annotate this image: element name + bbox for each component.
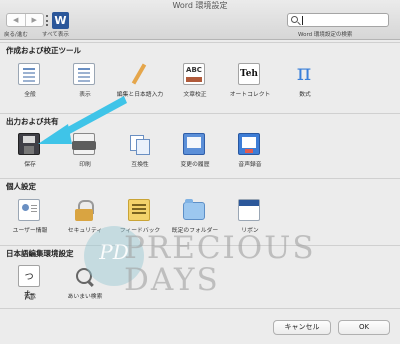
pref-label: 音声録音 [238,162,262,168]
watermark-logo: PD PRECIOUS DAYS [76,222,316,298]
window-title: Word 環境設定 [172,1,228,10]
typography-icon: った [18,265,40,302]
back-icon[interactable]: ◀ [7,14,25,26]
section-title: 出力および共有 [6,117,59,126]
show-all-label: すべて表示 [42,32,69,38]
save-icon [18,133,40,155]
user-info-icon [18,199,40,221]
forward-icon[interactable]: ▶ [24,14,44,26]
security-icon [73,199,95,221]
audio-recording-icon [238,133,260,155]
divider [0,308,400,309]
grid-icon [46,15,50,26]
edit-icon [128,63,150,85]
watermark-line1: PRECIOUS [124,230,316,266]
equation-icon: π [296,61,312,86]
proofing-icon: ABC [183,63,205,85]
section-title: 個人設定 [6,182,36,191]
back-forward-label: 戻る/進む [4,32,28,38]
section-title: 日本語編集環境設定 [6,249,74,258]
general-icon [18,63,40,85]
compatibility-icon [128,133,150,155]
view-icon [73,63,95,85]
cancel-button[interactable]: キャンセル [273,320,331,335]
autocorrect-icon: Teh [238,63,260,85]
text-cursor [302,16,303,25]
search-label: Word 環境設定の検索 [298,32,353,38]
back-forward-control[interactable]: ◀ ▶ [6,13,44,27]
ribbon-icon [238,199,260,221]
section-output-sharing: 出力および共有 保存 印刷 互換性 変更の履歴 音声録音 [0,113,400,178]
word-logo-icon: W [52,12,69,29]
search-field[interactable] [287,13,389,27]
search-icon [291,16,298,23]
track-changes-icon [183,133,205,155]
section-authoring: 作成および校正ツール 全般 表示 編集と日本語入力 ABC 文章校正 Teh オ… [0,42,400,113]
feedback-icon [128,199,150,221]
ok-button[interactable]: OK [338,320,390,335]
title-bar: Word 環境設定 ◀ ▶ 戻る/進む W すべて表示 Word 環境設定の検索 [0,0,400,40]
pref-label: 数式 [299,92,311,98]
watermark-line2: DAYS [124,262,220,298]
print-icon [72,133,96,155]
folder-icon [183,199,205,220]
section-title: 作成および校正ツール [6,46,81,55]
show-all-button[interactable]: W [46,12,70,29]
